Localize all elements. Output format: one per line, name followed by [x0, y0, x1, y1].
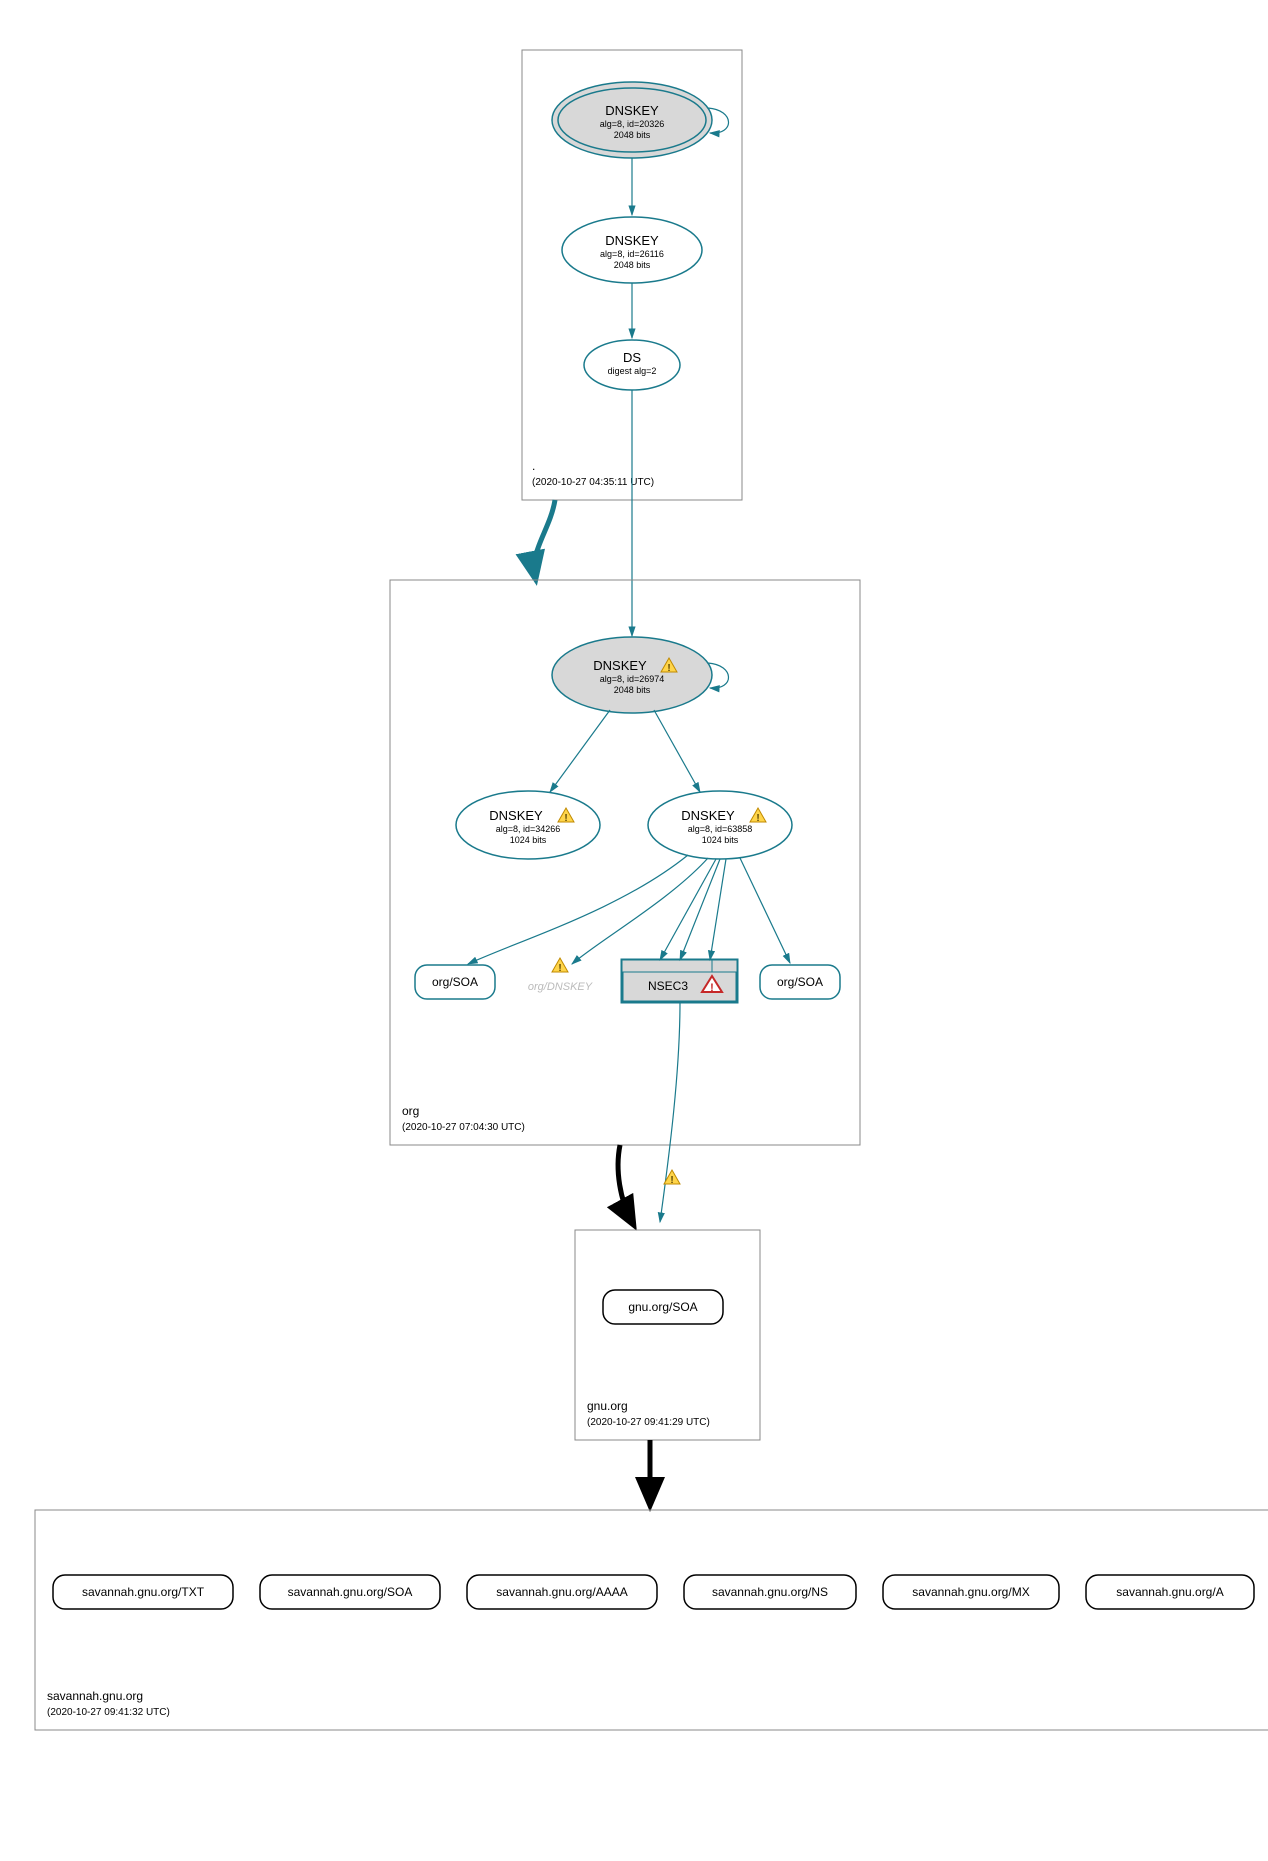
- edge-org-to-gnu-thick: [618, 1145, 632, 1222]
- org-zsk2-title: DNSKEY: [681, 808, 735, 823]
- svg-text:!: !: [756, 813, 759, 824]
- warning-icon: !: [552, 958, 568, 974]
- savannah-soa-title: savannah.gnu.org/SOA: [288, 1585, 413, 1599]
- root-ksk-title: DNSKEY: [605, 103, 659, 118]
- savannah-txt-node[interactable]: savannah.gnu.org/TXT: [53, 1575, 233, 1609]
- edge-orgksk-zsk2: [654, 710, 700, 792]
- zone-savannah-ts: (2020-10-27 09:41:32 UTC): [47, 1707, 170, 1718]
- savannah-a-title: savannah.gnu.org/A: [1116, 1585, 1223, 1599]
- zone-savannah-name: savannah.gnu.org: [47, 1689, 143, 1703]
- savannah-a-node[interactable]: savannah.gnu.org/A: [1086, 1575, 1254, 1609]
- zone-root-name: .: [532, 459, 535, 473]
- org-soa1-title: org/SOA: [432, 975, 478, 989]
- svg-text:!: !: [667, 663, 670, 674]
- root-zsk-title: DNSKEY: [605, 233, 659, 248]
- org-zsk1-sub2: 1024 bits: [510, 835, 547, 845]
- root-ds-title: DS: [623, 350, 641, 365]
- zone-gnu-ts: (2020-10-27 09:41:29 UTC): [587, 1417, 710, 1428]
- gnu-soa-node[interactable]: gnu.org/SOA: [603, 1290, 723, 1324]
- org-zsk2-node[interactable]: DNSKEY alg=8, id=63858 1024 bits: [648, 791, 792, 859]
- org-soa2-node[interactable]: org/SOA: [760, 965, 840, 999]
- edge-zsk2-soa2: [740, 858, 790, 963]
- savannah-ns-title: savannah.gnu.org/NS: [712, 1585, 828, 1599]
- edge-nsec3-to-gnu: [660, 1002, 680, 1222]
- org-zsk2-sub1: alg=8, id=63858: [688, 824, 753, 834]
- zone-savannah-box: [35, 1510, 1268, 1730]
- root-ksk-sub1: alg=8, id=20326: [600, 119, 665, 129]
- org-zsk1-sub1: alg=8, id=34266: [496, 824, 561, 834]
- zone-org-name: org: [402, 1104, 419, 1118]
- org-zsk1-node[interactable]: DNSKEY alg=8, id=34266 1024 bits: [456, 791, 600, 859]
- org-zsk1-title: DNSKEY: [489, 808, 543, 823]
- org-zsk2-sub2: 1024 bits: [702, 835, 739, 845]
- svg-text:!: !: [558, 963, 561, 974]
- org-nsec3-title: NSEC3: [648, 979, 688, 993]
- savannah-mx-title: savannah.gnu.org/MX: [912, 1585, 1029, 1599]
- root-ksk-node[interactable]: DNSKEY alg=8, id=20326 2048 bits: [552, 82, 712, 158]
- savannah-mx-node[interactable]: savannah.gnu.org/MX: [883, 1575, 1059, 1609]
- org-ksk-node[interactable]: DNSKEY alg=8, id=26974 2048 bits: [552, 637, 712, 713]
- org-soa1-node[interactable]: org/SOA: [415, 965, 495, 999]
- savannah-aaaa-title: savannah.gnu.org/AAAA: [496, 1585, 627, 1599]
- svg-text:!: !: [564, 813, 567, 824]
- edge-zsk2-soa1: [468, 855, 688, 964]
- edge-root-to-org-thick: [534, 500, 555, 576]
- savannah-soa-node[interactable]: savannah.gnu.org/SOA: [260, 1575, 440, 1609]
- dnssec-diagram: DNSKEY alg=8, id=20326 2048 bits DNSKEY …: [20, 20, 1268, 1841]
- root-ds-sub1: digest alg=2: [608, 366, 657, 376]
- root-ksk-sub2: 2048 bits: [614, 130, 651, 140]
- org-soa2-title: org/SOA: [777, 975, 823, 989]
- root-zsk-sub1: alg=8, id=26116: [600, 249, 664, 259]
- edge-zsk2-nsec3-1: [660, 859, 716, 960]
- org-ghost-dnskey: org/DNSKEY: [528, 981, 593, 993]
- edge-orgksk-zsk1: [550, 710, 610, 792]
- zone-org-ts: (2020-10-27 07:04:30 UTC): [402, 1122, 525, 1133]
- root-zsk-node[interactable]: DNSKEY alg=8, id=26116 2048 bits: [562, 217, 702, 283]
- edge-zsk2-nsec3-2: [680, 859, 720, 960]
- savannah-ns-node[interactable]: savannah.gnu.org/NS: [684, 1575, 856, 1609]
- svg-text:!: !: [710, 982, 714, 994]
- org-ksk-sub1: alg=8, id=26974: [600, 674, 665, 684]
- root-zsk-sub2: 2048 bits: [614, 260, 651, 270]
- svg-text:!: !: [670, 1175, 673, 1186]
- savannah-aaaa-node[interactable]: savannah.gnu.org/AAAA: [467, 1575, 657, 1609]
- zone-root-ts: (2020-10-27 04:35:11 UTC): [532, 477, 654, 488]
- gnu-soa-title: gnu.org/SOA: [628, 1300, 697, 1314]
- zone-gnu-name: gnu.org: [587, 1399, 628, 1413]
- org-ksk-title: DNSKEY: [593, 658, 647, 673]
- org-nsec3-node[interactable]: NSEC3: [622, 960, 737, 1002]
- org-ksk-sub2: 2048 bits: [614, 685, 651, 695]
- edge-zsk2-nsec3-3: [710, 859, 726, 960]
- root-ds-node[interactable]: DS digest alg=2: [584, 340, 680, 390]
- savannah-txt-title: savannah.gnu.org/TXT: [82, 1585, 205, 1599]
